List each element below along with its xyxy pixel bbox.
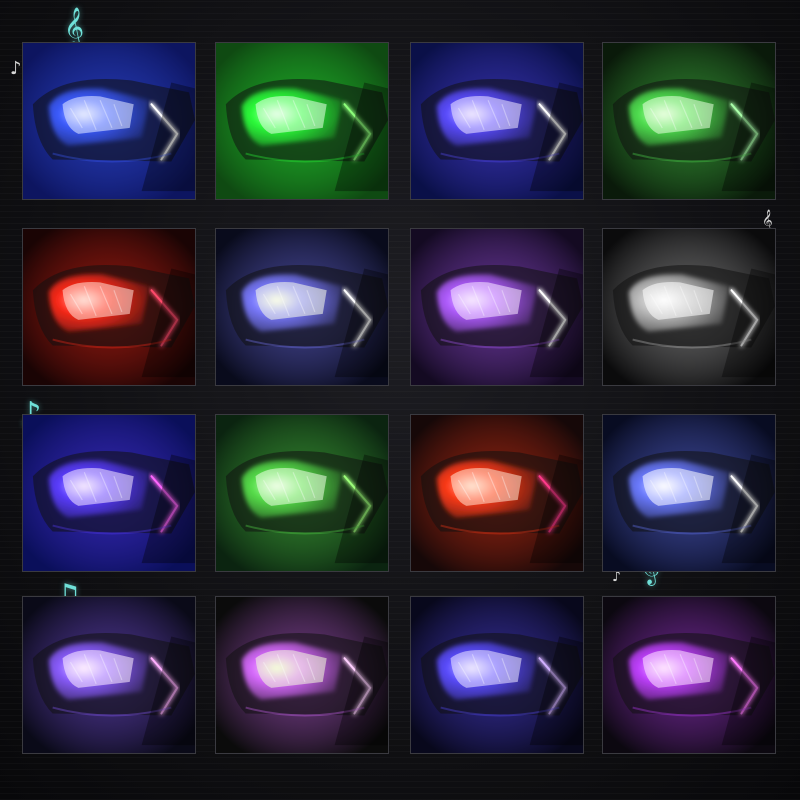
headlight-photo-blue <box>22 42 196 200</box>
music-note-icon: ♪ <box>10 58 22 79</box>
headlight-photo-magenta <box>602 596 776 754</box>
headlight-photo-blue-magenta <box>22 414 196 572</box>
headlight-photo-white <box>602 228 776 386</box>
headlight-photo-violet <box>22 596 196 754</box>
headlight-photo-red <box>410 414 584 572</box>
headlight-photo-purple <box>410 228 584 386</box>
headlight-photo-indigo <box>410 596 584 754</box>
headlight-photo-blue-violet <box>410 42 584 200</box>
headlight-color-grid <box>22 42 782 762</box>
headlight-photo-pink-green <box>215 596 389 754</box>
headlight-photo-white-blue <box>215 228 389 386</box>
headlight-photo-red <box>22 228 196 386</box>
headlight-photo-green <box>602 42 776 200</box>
music-note-icon: 𝄞 <box>64 7 85 47</box>
headlight-photo-green <box>215 414 389 572</box>
headlight-photo-cool-white <box>602 414 776 572</box>
headlight-photo-green <box>215 42 389 200</box>
